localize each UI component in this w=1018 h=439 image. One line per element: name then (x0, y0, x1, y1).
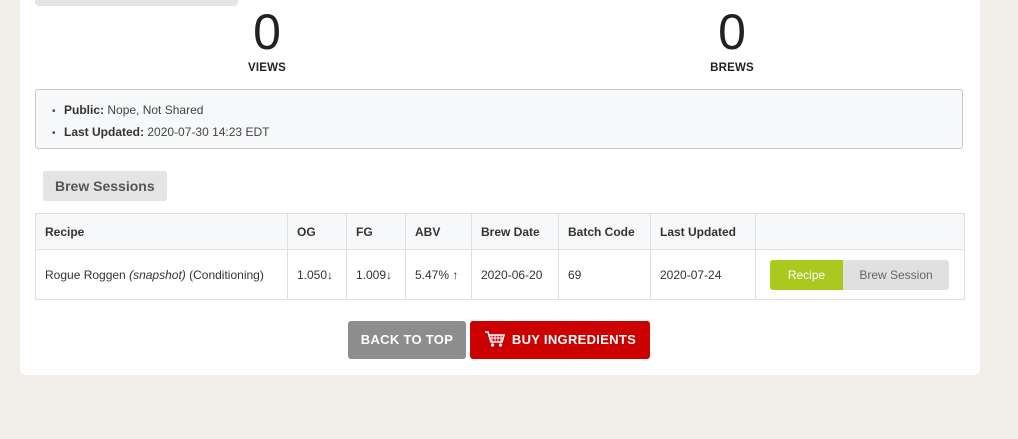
cell-brew-date: 2020-06-20 (471, 249, 559, 300)
arrow-up-icon: ↑ (452, 267, 459, 282)
header-recipe: Recipe (35, 213, 288, 250)
cell-og: 1.050↓ (287, 249, 347, 300)
recipe-status: (Conditioning) (189, 267, 264, 282)
cell-actions: Recipe Brew Session (755, 249, 965, 300)
header-actions (755, 213, 965, 250)
public-label: Public: (64, 103, 105, 117)
buy-ingredients-button[interactable]: BUY INGREDIENTS (470, 321, 650, 359)
header-last-updated: Last Updated (650, 213, 756, 250)
table-row: Rogue Roggen (snapshot) (Conditioning) 1… (35, 249, 965, 300)
back-to-top-button[interactable]: BACK TO TOP (348, 321, 466, 359)
brews-stat: 0 BREWS (672, 3, 792, 74)
bottom-button-group: BACK TO TOP BUY INGREDIENTS (348, 321, 650, 359)
meta-public: • Public: Nope, Not Shared (52, 100, 962, 122)
brew-sessions-table: Recipe OG FG ABV Brew Date Batch Code La… (35, 213, 965, 300)
meta-last-updated: • Last Updated: 2020-07-30 14:23 EDT (52, 122, 962, 144)
brew-sessions-heading: Brew Sessions (43, 171, 167, 201)
brew-session-button[interactable]: Brew Session (843, 259, 949, 290)
cell-fg: 1.009↓ (346, 249, 406, 300)
public-value: Nope, Not Shared (107, 103, 204, 117)
fg-value: 1.009 (356, 267, 387, 282)
cart-icon (484, 331, 505, 347)
og-value: 1.050 (297, 267, 328, 282)
views-label: VIEWS (247, 62, 287, 74)
brews-count: 0 (718, 4, 746, 60)
last-updated-label: Last Updated: (64, 125, 145, 139)
header-brew-date: Brew Date (471, 213, 559, 250)
views-stat: 0 VIEWS (207, 3, 327, 74)
recipe-meta-box: • Public: Nope, Not Shared • Last Updated:… (35, 89, 963, 149)
views-count: 0 (253, 4, 281, 60)
header-og: OG (287, 213, 347, 250)
last-updated-value: 2020-07-30 14:23 EDT (147, 125, 270, 139)
cell-batch-code: 69 (558, 249, 651, 300)
header-abv: ABV (405, 213, 472, 250)
abv-value: 5.47% (415, 267, 450, 282)
cell-recipe: Rogue Roggen (snapshot) (Conditioning) (35, 249, 288, 300)
recipe-button[interactable]: Recipe (770, 259, 843, 290)
cell-last-updated: 2020-07-24 (650, 249, 756, 300)
arrow-down-icon: ↓ (386, 267, 393, 282)
bullet-icon: • (52, 106, 56, 117)
cell-abv: 5.47% ↑ (405, 249, 472, 300)
header-fg: FG (346, 213, 406, 250)
bullet-icon: • (52, 128, 56, 139)
recipe-name-link[interactable]: Rogue Roggen (45, 268, 126, 282)
buy-ingredients-label: BUY INGREDIENTS (511, 332, 637, 347)
table-header-row: Recipe OG FG ABV Brew Date Batch Code La… (35, 213, 965, 250)
header-batch-code: Batch Code (558, 213, 651, 250)
brews-label: BREWS (710, 62, 754, 74)
arrow-down-icon: ↓ (327, 267, 334, 282)
recipe-snapshot-tag: (snapshot) (129, 267, 186, 282)
